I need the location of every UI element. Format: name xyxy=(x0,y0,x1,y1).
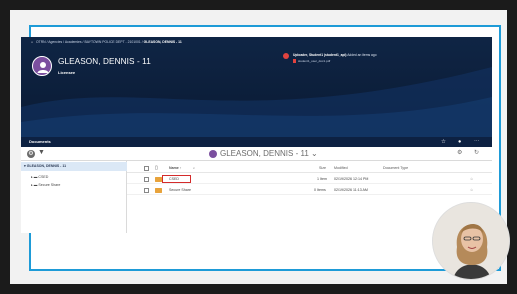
folder-tree: ▾ GLEASON, DENNIS - 11 ▸ ▬ CSED ▸ ▬ Secu… xyxy=(21,161,127,233)
row-modified: 02/19/2026 11:13 AM xyxy=(334,188,368,192)
documents-bar: Documents ☆ ● ⋯ xyxy=(21,137,492,147)
star-icon[interactable]: ☆ xyxy=(470,185,473,195)
tree-root-label: ▾ GLEASON, DENNIS - 11 xyxy=(24,164,67,168)
person-icon[interactable]: ● xyxy=(458,137,461,147)
more-icon[interactable]: ⋯ xyxy=(474,137,480,147)
tree-item-secure-share[interactable]: ▸ ▬ Secure Share xyxy=(31,183,60,187)
row-checkbox[interactable] xyxy=(144,187,149,193)
gear-icon[interactable]: ⚙ xyxy=(457,149,462,156)
toolbar-title: GLEASON, DENNIS - 11 xyxy=(220,149,309,158)
pdf-file-icon xyxy=(293,59,296,63)
upload-status-icon xyxy=(283,53,289,59)
upload-title-line: Uploader, Student1 (student1_api) Added … xyxy=(293,53,377,57)
folder-icon xyxy=(155,187,162,193)
row-modified: 02/19/2026 12:14 PM xyxy=(334,177,369,181)
filter-icon[interactable]: ▼ xyxy=(38,149,45,156)
person-icon xyxy=(37,62,49,73)
breadcrumb-path[interactable]: OTRN / Agencies / Academies / BAYTOWN PO… xyxy=(36,40,143,44)
toolbar-title-dropdown[interactable]: GLEASON, DENNIS - 11 ⌄ xyxy=(220,149,318,158)
column-name[interactable]: Name ↑ xyxy=(169,163,182,173)
refresh-icon[interactable]: ↻ xyxy=(474,149,479,156)
upload-notification[interactable]: Uploader, Student1 (student1_api) Added … xyxy=(283,53,413,67)
upload-suffix: Added an items ago xyxy=(347,53,377,57)
row-name[interactable]: CSED xyxy=(169,174,179,184)
breadcrumb: ⌂ OTRN / Agencies / Academies / BAYTOWN … xyxy=(31,40,182,44)
chevron-down-icon: ⌄ xyxy=(311,149,318,158)
file-type-icon: ▯ xyxy=(155,165,158,171)
presenter-webcam xyxy=(432,202,510,280)
header-background-wave xyxy=(21,67,492,137)
column-modified[interactable]: Modified xyxy=(334,163,348,173)
profile-subtitle: Licensee xyxy=(58,70,76,75)
settings-icon[interactable]: ⚙ xyxy=(27,150,35,158)
table-row[interactable]: CSED 1 Item 02/19/2026 12:14 PM ☆ xyxy=(127,174,492,184)
upload-title: Uploader, Student1 (student1_api) xyxy=(293,53,347,57)
select-all-checkbox[interactable] xyxy=(144,165,149,171)
star-icon[interactable]: ☆ xyxy=(441,137,446,147)
tree-root[interactable]: ▾ GLEASON, DENNIS - 11 xyxy=(21,162,127,171)
user-avatar-icon xyxy=(209,150,217,158)
tree-item-csed[interactable]: ▸ ▬ CSED xyxy=(31,175,48,179)
breadcrumb-current: GLEASON, DENNIS - 11 xyxy=(143,40,182,44)
documents-toolbar: ⚙ ▼ GLEASON, DENNIS - 11 ⌄ ⚙ ↻ xyxy=(21,147,492,161)
column-size[interactable]: Size xyxy=(319,163,326,173)
row-size: 1 Item xyxy=(317,177,327,181)
home-icon[interactable]: ⌂ xyxy=(31,40,33,44)
search-icon[interactable]: ⌕ xyxy=(193,163,195,173)
profile-avatar xyxy=(32,56,52,76)
column-document-type[interactable]: Document Type xyxy=(383,163,408,173)
documents-label: Documents xyxy=(29,139,51,144)
row-checkbox[interactable] xyxy=(144,176,149,182)
profile-header: ⌂ OTRN / Agencies / Academies / BAYTOWN … xyxy=(21,37,492,137)
table-row[interactable]: Secure Share 0 Items 02/19/2026 11:13 AM… xyxy=(127,185,492,195)
upload-file[interactable]: student1_user_doc1.pdf xyxy=(298,59,330,63)
folder-icon xyxy=(155,176,162,182)
row-name[interactable]: Secure Share xyxy=(169,185,191,195)
grid-header: ▯ Name ↑ ⌕ Size Modified Document Type xyxy=(127,163,492,173)
presenter-image xyxy=(433,203,509,279)
profile-name: GLEASON, DENNIS - 11 xyxy=(58,57,151,66)
star-icon[interactable]: ☆ xyxy=(470,174,473,184)
row-size: 0 Items xyxy=(314,188,326,192)
